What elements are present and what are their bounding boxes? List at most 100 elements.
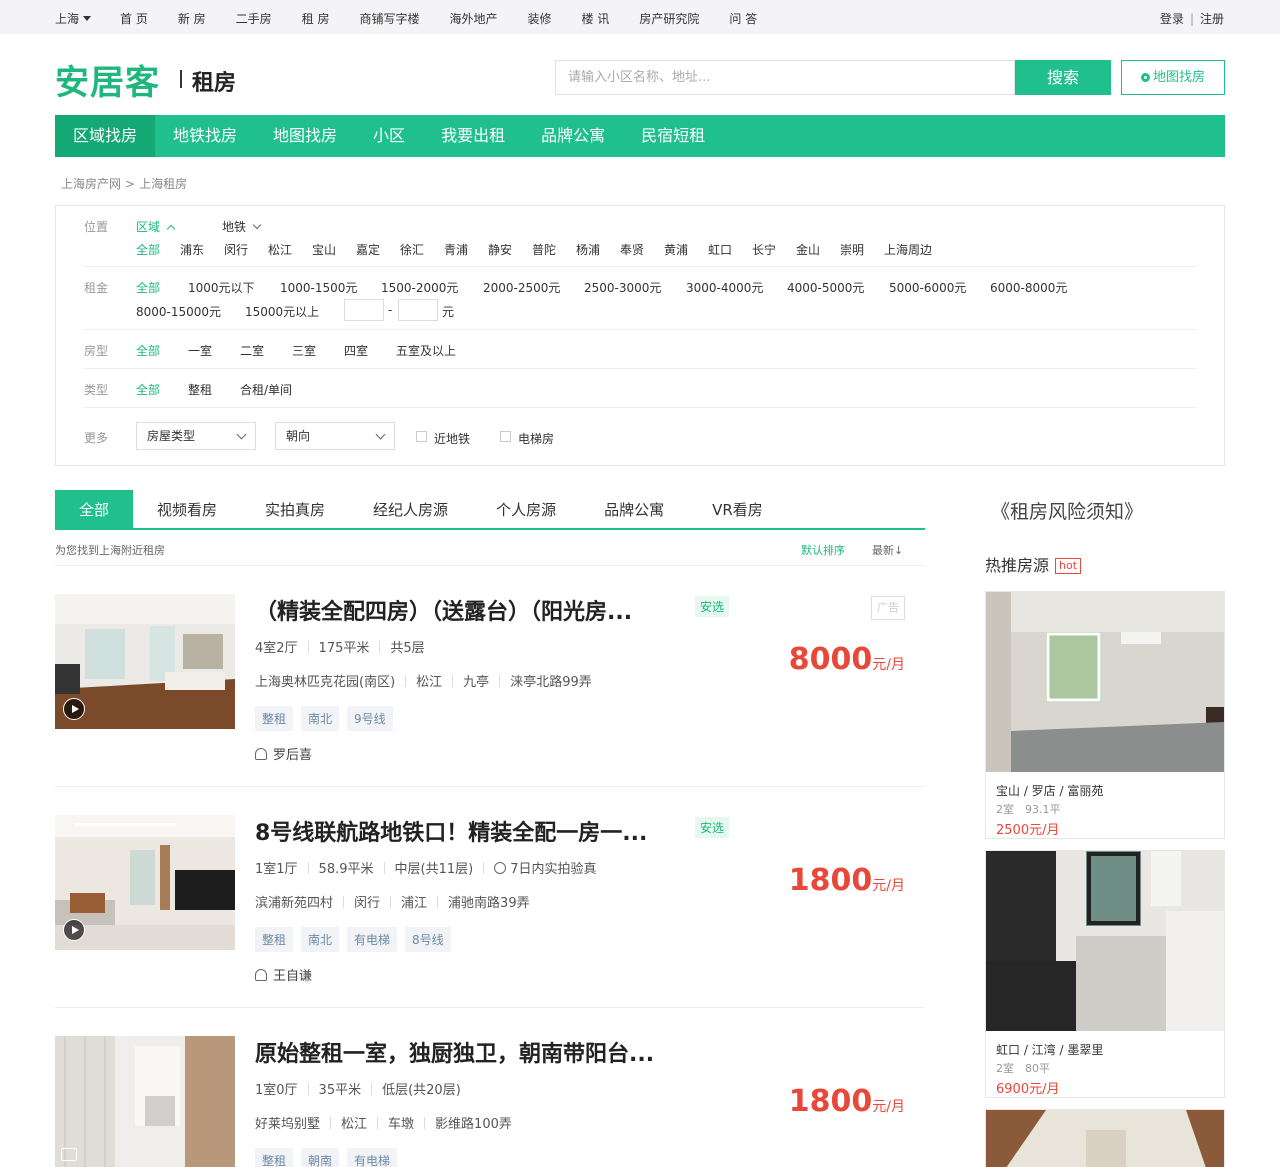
main-nav-item-subway[interactable]: 地铁找房 [155,115,255,157]
community-link[interactable]: 上海奥林匹克花园(南区) [255,675,395,690]
site-logo[interactable]: 安居客 [55,55,160,104]
filter-option[interactable]: 二室 [240,342,264,359]
hot-listing-photo[interactable] [986,1110,1224,1167]
main-nav-item-brand-apartment[interactable]: 品牌公寓 [523,115,623,157]
main-nav-item-map[interactable]: 地图找房 [255,115,355,157]
top-nav-item[interactable]: 装修 [528,10,552,27]
main-nav-item-area[interactable]: 区域找房 [55,115,156,157]
filter-option[interactable]: 上海周边 [884,241,932,258]
filter-option[interactable]: 长宁 [752,241,776,258]
hot-listing-photo[interactable] [986,592,1224,772]
hot-listing-card[interactable]: 虹口 / 江湾 / 墨翠里 2室 80平 6900元/月 [985,850,1225,1098]
filter-option[interactable]: 1000-1500元 [280,279,357,296]
play-video-icon[interactable] [63,919,85,941]
filter-option[interactable]: 6000-8000元 [990,279,1067,296]
filter-option[interactable]: 松江 [268,241,292,258]
top-nav-item[interactable]: 商铺写字楼 [360,10,420,27]
filter-option[interactable]: 青浦 [444,241,468,258]
community-link[interactable]: 好莱坞别墅 [255,1117,320,1132]
listing-card[interactable]: 8号线联航路地铁口！精装全配一房一... 安选 1室1厅 58.9平米 中层(共11… [55,815,925,1015]
near-subway-checkbox[interactable] [416,431,427,442]
breadcrumb-item[interactable]: 上海租房 [139,177,187,191]
listing-photo[interactable] [55,594,235,729]
filter-option[interactable]: 整租 [188,381,212,398]
filter-option[interactable]: 一室 [188,342,212,359]
top-nav-item[interactable]: 首 页 [120,10,148,27]
main-nav-item-community[interactable]: 小区 [355,115,423,157]
filter-option[interactable]: 合租/单间 [240,381,292,398]
filter-option[interactable]: 浦东 [180,241,204,258]
filter-option[interactable]: 奉贤 [620,241,644,258]
filter-option[interactable]: 4000-5000元 [787,279,864,296]
top-nav-item[interactable]: 海外地产 [450,10,498,27]
search-button[interactable]: 搜索 [1015,60,1111,95]
filter-option[interactable]: 虹口 [708,241,732,258]
filter-option[interactable]: 全部 [136,279,160,296]
hot-listing-photo[interactable] [986,851,1224,1031]
listing-card[interactable]: （精装全配四房）（送露台）（阳光房... 安选 广告 4室2厅 175平米 共5层 … [55,594,925,794]
checkbox-label[interactable]: 近地铁 [434,430,470,447]
top-nav-item[interactable]: 租 房 [302,10,330,27]
sort-newest[interactable]: 最新↓ [872,542,903,558]
listing-photo[interactable] [55,815,235,950]
top-nav-item[interactable]: 房产研究院 [639,10,699,27]
filter-mode-subway[interactable]: 地铁 [222,218,262,235]
filter-option[interactable]: 普陀 [532,241,556,258]
filter-option[interactable]: 全部 [136,381,160,398]
top-nav-item[interactable]: 问 答 [729,10,757,27]
tab-brand-apartment[interactable]: 品牌公寓 [580,490,688,528]
listing-card[interactable]: 原始整租一室，独厨独卫，朝南带阳台... 1室0厅 35平米 低层(共20层) 好莱… [55,1036,925,1167]
price-max-input[interactable] [398,299,438,321]
checkbox-label[interactable]: 电梯房 [518,430,554,447]
filter-option[interactable]: 全部 [136,241,160,258]
tab-all[interactable]: 全部 [55,490,134,528]
filter-option[interactable]: 杨浦 [576,241,600,258]
hot-listing-card[interactable]: 宝山 / 罗店 / 富丽苑 2室 93.1平 2500元/月 [985,591,1225,839]
hot-listing-card[interactable] [985,1109,1225,1167]
play-video-icon[interactable] [63,698,85,720]
top-nav-item[interactable]: 新 房 [178,10,206,27]
tab-vr[interactable]: VR看房 [688,490,787,528]
elevator-checkbox[interactable] [500,431,511,442]
price-min-input[interactable] [344,299,384,321]
filter-option[interactable]: 宝山 [312,241,336,258]
tab-personal[interactable]: 个人房源 [472,490,580,528]
filter-option[interactable]: 1000元以下 [188,279,255,296]
filter-option[interactable]: 1500-2000元 [381,279,458,296]
filter-option[interactable]: 徐汇 [400,241,424,258]
orientation-select[interactable]: 朝向 [275,422,395,450]
tab-real-photo[interactable]: 实拍真房 [241,490,349,528]
house-type-select[interactable]: 房屋类型 [136,422,256,450]
listing-title[interactable]: 原始整租一室，独厨独卫，朝南带阳台... [255,1036,654,1068]
main-nav-item-short-rent[interactable]: 民宿短租 [623,115,723,157]
register-link[interactable]: 注册 [1200,12,1224,26]
main-nav-item-rent-out[interactable]: 我要出租 [423,115,523,157]
community-link[interactable]: 滨浦新苑四村 [255,896,333,911]
filter-option[interactable]: 金山 [796,241,820,258]
filter-option[interactable]: 黄浦 [664,241,688,258]
filter-option[interactable]: 5000-6000元 [889,279,966,296]
tab-video[interactable]: 视频看房 [133,490,241,528]
rental-risk-link[interactable]: 《租房风险须知》 [991,497,1143,524]
filter-option[interactable]: 全部 [136,342,160,359]
top-nav-item[interactable]: 二手房 [236,10,272,27]
filter-option[interactable]: 闵行 [224,241,248,258]
filter-option[interactable]: 8000-15000元 [136,303,221,320]
city-selector[interactable]: 上海 [55,10,92,27]
breadcrumb-item[interactable]: 上海房产网 [61,177,121,191]
listing-title[interactable]: 8号线联航路地铁口！精装全配一房一... [255,815,647,847]
filter-option[interactable]: 2000-2500元 [483,279,560,296]
listing-title[interactable]: （精装全配四房）（送露台）（阳光房... [255,594,632,626]
filter-option[interactable]: 三室 [292,342,316,359]
filter-option[interactable]: 五室及以上 [396,342,456,359]
search-input[interactable]: 请输入小区名称、地址... [555,60,1015,95]
tab-agent[interactable]: 经纪人房源 [349,490,472,528]
filter-option[interactable]: 静安 [488,241,512,258]
top-nav-item[interactable]: 楼 讯 [582,10,610,27]
filter-option[interactable]: 嘉定 [356,241,380,258]
filter-mode-area[interactable]: 区域 [136,218,176,235]
sort-default[interactable]: 默认排序 [801,542,845,558]
filter-option[interactable]: 3000-4000元 [686,279,763,296]
filter-option[interactable]: 四室 [344,342,368,359]
map-search-button[interactable]: 地图找房 [1121,60,1225,95]
